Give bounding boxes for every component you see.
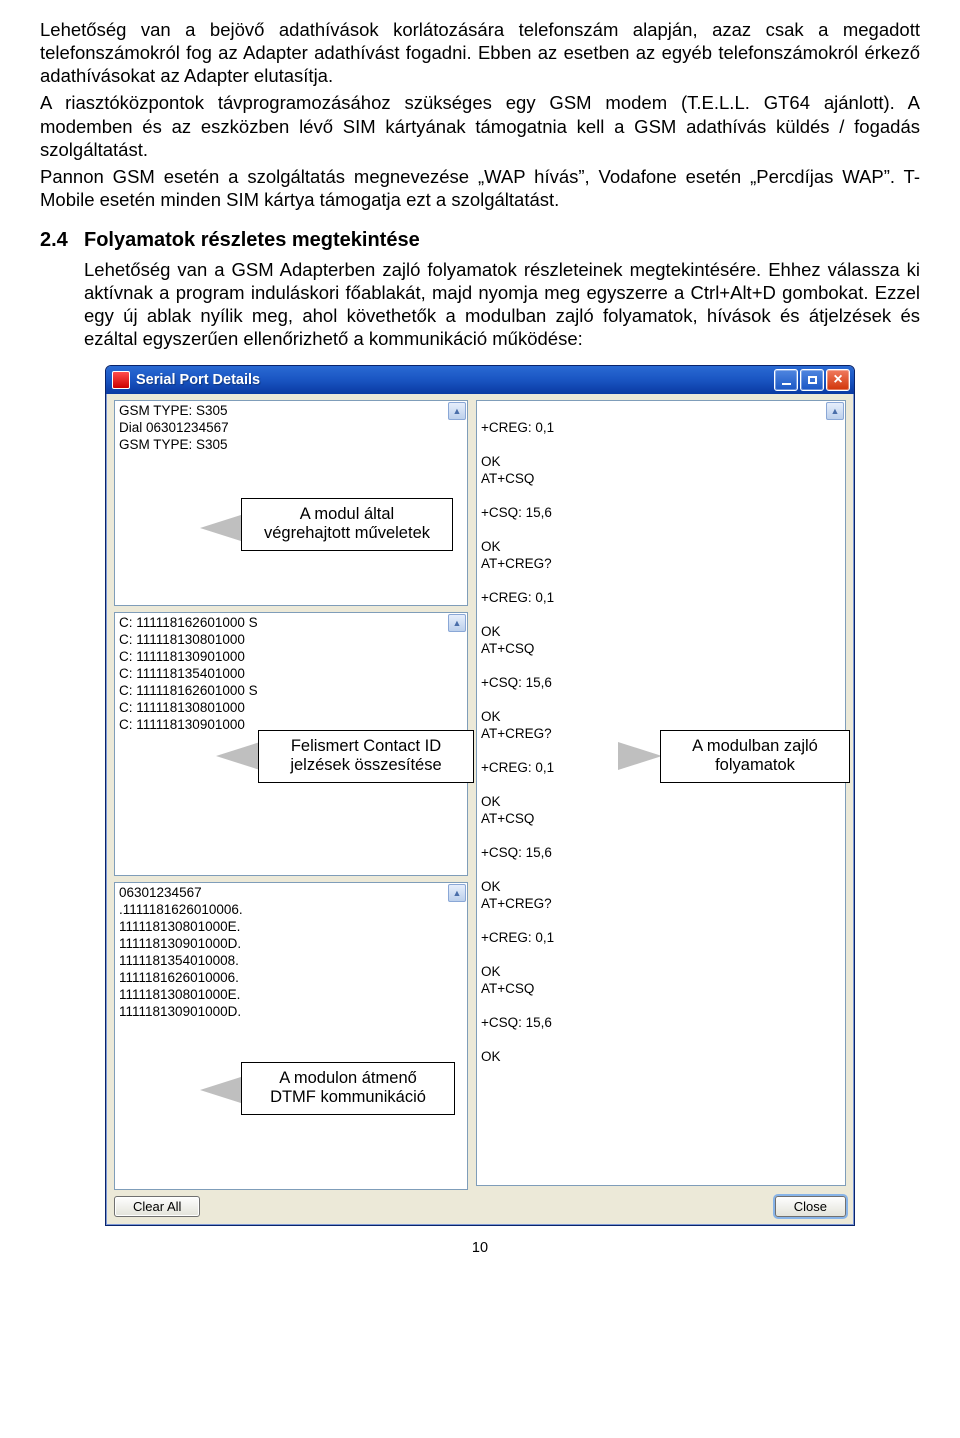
window-title: Serial Port Details [136, 372, 774, 388]
pane-content-operations: GSM TYPE: S305 Dial 06301234567 GSM TYPE… [115, 401, 467, 455]
callout-arrow-icon [618, 742, 662, 770]
heading-text: Folyamatok részletes megtekintése [84, 229, 420, 251]
callout-arrow-icon [216, 742, 260, 770]
close-button[interactable]: Close [775, 1196, 846, 1217]
app-icon [112, 371, 130, 389]
paragraph-1: Lehetőség van a bejövő adathívások korlá… [40, 18, 920, 87]
scroll-up-icon[interactable]: ▲ [448, 884, 466, 902]
clear-all-button[interactable]: Clear All [114, 1196, 200, 1217]
pane-content-dtmf: 06301234567 .1111181626010006. 111118130… [115, 883, 467, 1022]
heading-number: 2.4 [40, 229, 84, 252]
right-pane-processes[interactable]: ▲ +CREG: 0,1 OK AT+CSQ +CSQ: 15,6 OK AT+… [476, 400, 846, 1186]
left-pane-dtmf[interactable]: ▲ 06301234567 .1111181626010006. 1111181… [114, 882, 468, 1190]
callout-contact-id: Felismert Contact ID jelzések összesítés… [258, 730, 474, 784]
minimize-button[interactable] [774, 369, 798, 391]
section-heading: 2.4Folyamatok részletes megtekintése [40, 229, 920, 252]
close-window-button[interactable] [826, 369, 850, 391]
paragraph-3: Pannon GSM esetén a szolgáltatás megneve… [40, 165, 920, 211]
callout-dtmf: A modulon átmenő DTMF kommunikáció [241, 1062, 455, 1116]
scroll-up-icon[interactable]: ▲ [448, 614, 466, 632]
paragraph-2: A riasztóközpontok távprogramozásához sz… [40, 91, 920, 160]
maximize-button[interactable] [800, 369, 824, 391]
serial-port-details-window: Serial Port Details ▲ GSM TYPE: S305 Dia… [105, 365, 855, 1226]
callout-operations: A modul által végrehajtott műveletek [241, 498, 453, 552]
window-titlebar[interactable]: Serial Port Details [106, 366, 854, 394]
scroll-up-icon[interactable]: ▲ [826, 402, 844, 420]
paragraph-4: Lehetőség van a GSM Adapterben zajló fol… [40, 258, 920, 351]
scroll-up-icon[interactable]: ▲ [448, 402, 466, 420]
pane-content-contact-id: C: 111118162601000 S C: 111118130801000 … [115, 613, 467, 735]
callout-arrow-icon [200, 514, 244, 542]
callout-processes: A modulban zajló folyamatok [660, 730, 850, 784]
callout-arrow-icon [200, 1076, 244, 1104]
page-number: 10 [40, 1240, 920, 1256]
